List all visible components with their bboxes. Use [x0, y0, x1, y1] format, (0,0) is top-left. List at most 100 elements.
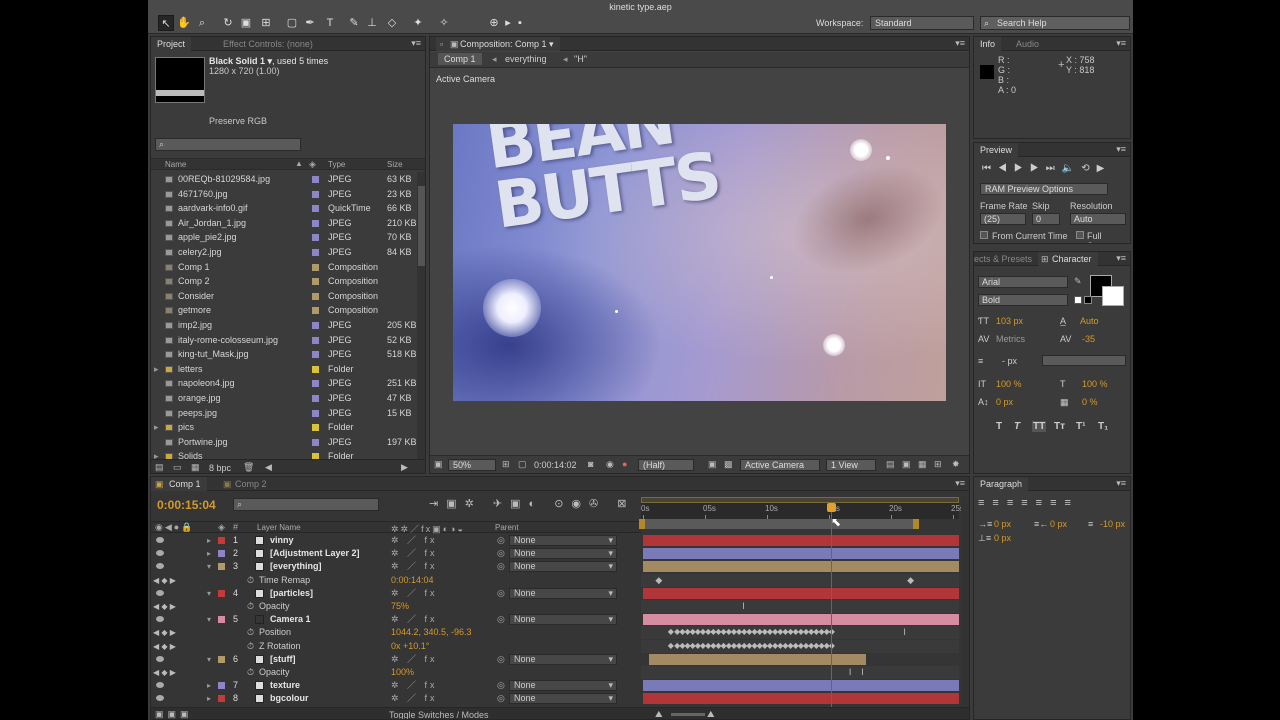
- disclosure-triangle-icon[interactable]: ▾: [207, 653, 211, 666]
- parent-select[interactable]: None: [509, 587, 617, 599]
- horizontal-scale-value[interactable]: 100 %: [1082, 379, 1108, 389]
- snapshot-icon[interactable]: ◙: [588, 459, 593, 469]
- property-row[interactable]: ◀ ◆ ▶ ⏱ Opacity 75%: [151, 600, 641, 613]
- project-item[interactable]: aardvark-info0.gif QuickTime 66 KB: [151, 201, 417, 216]
- property-value[interactable]: 100%: [391, 666, 414, 679]
- project-item[interactable]: italy-rome-colosseum.jpg JPEG 52 KB: [151, 333, 417, 348]
- alignment-buttons[interactable]: ≡≡≡≡≡≡≡: [978, 497, 1128, 511]
- label-swatch[interactable]: [312, 351, 319, 359]
- layer-duration-bar[interactable]: [643, 693, 959, 705]
- current-time[interactable]: 0:00:14:02: [534, 460, 577, 470]
- tracking-value[interactable]: -35: [1082, 334, 1095, 344]
- layer-row[interactable]: ▾ 5 Camera 1 ✲ ／ fx ◎ None: [151, 613, 641, 626]
- timeline-scrollbar[interactable]: [961, 497, 969, 707]
- tab-paragraph[interactable]: Paragraph: [974, 477, 1029, 491]
- time-ruler[interactable]: 0s05s10s15s20s25s: [641, 503, 964, 519]
- font-size-value[interactable]: 103 px: [996, 316, 1023, 326]
- tab-comp1[interactable]: ▣ Comp 1: [151, 477, 207, 491]
- lock-icon[interactable]: ▫: [440, 37, 443, 51]
- playhead-handle[interactable]: [826, 503, 836, 512]
- disclosure-triangle-icon[interactable]: ▾: [207, 587, 211, 600]
- layer-duration-bar[interactable]: [643, 535, 959, 546]
- label-swatch[interactable]: [312, 322, 319, 329]
- black-swatch[interactable]: [1084, 296, 1092, 304]
- disclosure-triangle-icon[interactable]: ▸: [207, 534, 211, 547]
- zoom-in-icon[interactable]: ⛰: [707, 709, 715, 719]
- pickwhip-icon[interactable]: ◎: [497, 679, 505, 692]
- vertical-scale-value[interactable]: 100 %: [996, 379, 1022, 389]
- layer-name[interactable]: [everything]: [270, 560, 322, 573]
- brush-tool-icon[interactable]: ✎: [346, 15, 362, 31]
- layer-duration-bar[interactable]: [643, 548, 959, 560]
- parent-select[interactable]: None: [509, 693, 617, 705]
- timeline-switches[interactable]: ⇥▣✲ ✈▣◐ ⊙◉✇ ⊠: [429, 497, 635, 510]
- label-swatch[interactable]: [312, 380, 319, 388]
- layer-row[interactable]: ▸ 1 vinny ✲ ／ fx ◎ None: [151, 534, 641, 547]
- scroll-left-icon[interactable]: ◀: [265, 462, 272, 473]
- stroke-color-swatch[interactable]: [1102, 286, 1124, 306]
- stopwatch-icon[interactable]: ⏱: [247, 626, 254, 639]
- visibility-eye-icon[interactable]: [156, 695, 164, 702]
- project-item[interactable]: orange.jpg JPEG 47 KB: [151, 391, 417, 406]
- roi-icon[interactable]: ▣: [708, 459, 717, 470]
- label-swatch[interactable]: [312, 424, 319, 432]
- visibility-eye-icon[interactable]: [156, 589, 164, 596]
- layer-row[interactable]: ▾ 4 [particles] ✲ ／ fx ◎ None: [151, 587, 641, 600]
- project-item[interactable]: peeps.jpg JPEG 15 KB: [151, 406, 417, 421]
- project-item[interactable]: king-tut_Mask.jpg JPEG 518 KB: [151, 347, 417, 362]
- project-search-input[interactable]: ⌕: [155, 138, 301, 151]
- label-swatch[interactable]: [218, 550, 225, 558]
- crumb-everything[interactable]: everything: [505, 54, 547, 64]
- camera-tool-icon[interactable]: ▣: [238, 15, 254, 31]
- faux-italic-button[interactable]: T: [1014, 421, 1020, 432]
- layer-switches[interactable]: ✲ ／ fx: [391, 679, 438, 692]
- composition-canvas[interactable]: BEAN BUTTS: [453, 124, 946, 401]
- parent-select[interactable]: None: [509, 535, 617, 546]
- layer-row[interactable]: ▸ 8 bgcolour ✲ ／ fx ◎ None: [151, 692, 641, 705]
- disclosure-triangle-icon[interactable]: ▸: [207, 679, 211, 692]
- first-line-value[interactable]: -10 px: [1100, 519, 1125, 529]
- puppet-tool-icon[interactable]: ✧: [436, 15, 452, 31]
- stroke-style-select[interactable]: [1042, 355, 1126, 366]
- panel-menu-icon[interactable]: ▾≡: [1116, 144, 1126, 155]
- label-swatch[interactable]: [312, 249, 319, 256]
- layer-switches[interactable]: ✲ ／ fx: [391, 692, 438, 705]
- label-swatch[interactable]: [312, 263, 319, 271]
- timeline-icon[interactable]: ▦: [918, 459, 927, 470]
- col-layer-name[interactable]: Layer Name: [257, 523, 301, 532]
- keyframes-group[interactable]: ◆ ◆◆◆◆◆◆◆◆◆◆◆◆◆◆◆◆◆◆◆◆◆◆◆◆◆◆◆◆◆◆◆: [668, 627, 854, 636]
- property-row[interactable]: ◀ ◆ ▶ ⏱ Position 1044.2, 340.5, -96.3: [151, 626, 641, 639]
- new-comp-icon[interactable]: ▦: [191, 462, 200, 473]
- camera-view-select[interactable]: Active Camera: [740, 459, 820, 471]
- mask-visibility-icon[interactable]: ▢: [518, 459, 527, 470]
- frame-rate-select[interactable]: (25): [980, 213, 1026, 225]
- project-item[interactable]: apple_pie2.jpg JPEG 70 KB: [151, 230, 417, 245]
- baseline-shift-value[interactable]: 0 px: [996, 397, 1013, 407]
- pickwhip-icon[interactable]: ◎: [497, 547, 505, 560]
- layer-duration-bar[interactable]: [643, 587, 959, 599]
- superscript-button[interactable]: T¹: [1076, 421, 1085, 432]
- faux-bold-button[interactable]: T: [996, 421, 1002, 432]
- col-name[interactable]: Name: [165, 160, 186, 169]
- tab-project[interactable]: Project: [151, 37, 192, 51]
- tab-info[interactable]: Info: [974, 37, 1002, 51]
- layer-duration-bar[interactable]: [643, 680, 959, 692]
- fast-previews-icon[interactable]: ▣: [902, 459, 911, 470]
- leading-value[interactable]: Auto: [1080, 316, 1099, 326]
- label-swatch[interactable]: [312, 205, 319, 213]
- keyframe-icon[interactable]: ◆: [655, 575, 662, 586]
- hand-tool-icon[interactable]: ✋: [176, 15, 192, 31]
- layer-name[interactable]: [stuff]: [270, 653, 296, 666]
- stopwatch-icon[interactable]: ⏱: [247, 574, 254, 587]
- layer-name[interactable]: Camera 1: [270, 613, 311, 626]
- stopwatch-icon[interactable]: ⏱: [247, 600, 254, 613]
- project-item[interactable]: Portwine.jpg JPEG 197 KB: [151, 435, 417, 450]
- timeline-current-time[interactable]: 0:00:15:04: [157, 498, 216, 512]
- layer-duration-bar[interactable]: [649, 653, 867, 665]
- skip-select[interactable]: 0: [1032, 213, 1060, 225]
- toggle-switches-modes[interactable]: Toggle Switches / Modes: [389, 710, 489, 719]
- label-swatch[interactable]: [218, 682, 225, 690]
- all-caps-button[interactable]: TT: [1032, 421, 1047, 432]
- tab-effects-presets[interactable]: ects & Presets: [974, 252, 1038, 266]
- label-swatch[interactable]: [312, 336, 319, 344]
